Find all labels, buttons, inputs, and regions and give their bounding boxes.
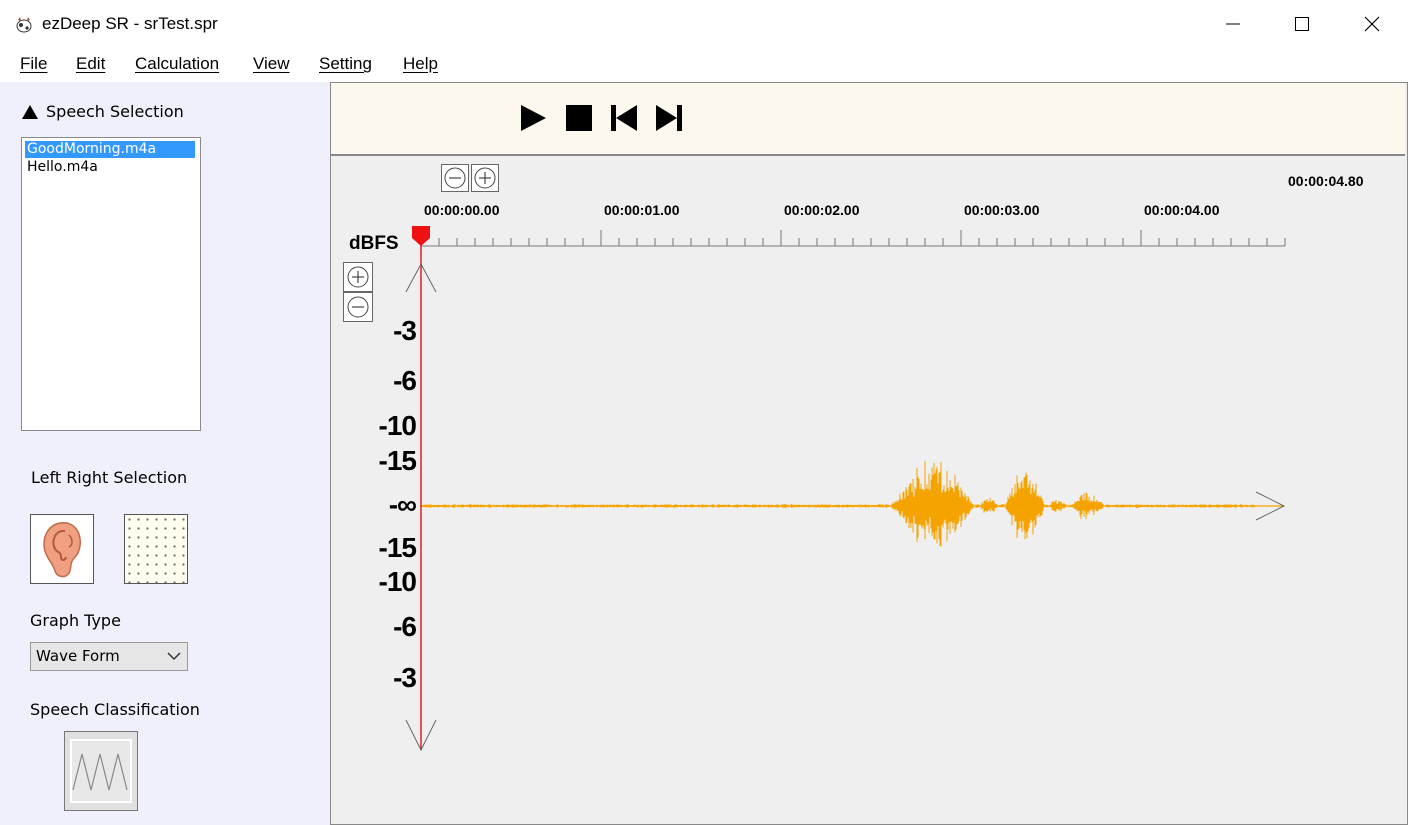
play-icon — [521, 105, 546, 131]
stop-button[interactable] — [562, 98, 596, 138]
menu-setting[interactable]: Setting — [319, 54, 372, 74]
waveform — [421, 461, 1256, 547]
close-icon — [1364, 16, 1380, 32]
zigzag-wave-icon — [70, 739, 132, 803]
title-bar: ezDeep SR - srTest.spr — [0, 0, 1408, 48]
window-title: ezDeep SR - srTest.spr — [42, 14, 218, 33]
menu-view[interactable]: View — [253, 54, 290, 74]
menu-help[interactable]: Help — [403, 54, 438, 74]
triangle-up-icon[interactable] — [21, 104, 39, 120]
time-ruler — [420, 230, 1286, 247]
right-channel-button[interactable] — [124, 514, 188, 584]
play-button[interactable] — [516, 98, 550, 138]
menu-calculation[interactable]: Calculation — [135, 54, 219, 74]
maximize-icon — [1295, 17, 1309, 31]
close-button[interactable] — [1337, 0, 1407, 48]
minimize-button[interactable] — [1198, 0, 1268, 48]
ear-icon — [43, 522, 81, 578]
left-right-selection-label: Left Right Selection — [31, 468, 188, 487]
skip-start-icon — [611, 105, 637, 131]
dotted-pattern-icon — [125, 515, 187, 583]
speech-selection-label: Speech Selection — [46, 102, 184, 121]
skip-end-icon — [656, 105, 682, 131]
menu-edit[interactable]: Edit — [76, 54, 105, 74]
left-channel-button[interactable] — [30, 514, 94, 584]
minimize-icon — [1226, 23, 1240, 25]
waveform-samples — [421, 461, 1256, 547]
skip-end-button[interactable] — [652, 98, 686, 138]
graph-type-value: Wave Form — [36, 647, 120, 665]
graph-type-label: Graph Type — [30, 611, 121, 630]
maximize-button[interactable] — [1267, 0, 1337, 48]
cow-app-icon — [16, 17, 32, 33]
speech-classification-label: Speech Classification — [30, 700, 200, 719]
playhead-marker — [412, 226, 430, 246]
speech-classification-button[interactable] — [64, 731, 138, 811]
list-item-hello[interactable]: Hello.m4a — [25, 159, 98, 176]
stop-icon — [566, 105, 592, 131]
menu-file[interactable]: File — [20, 54, 47, 74]
speech-file-list[interactable]: GoodMorning.m4a Hello.m4a — [21, 137, 201, 431]
chevron-down-icon — [167, 652, 181, 661]
transport-toolbar — [331, 83, 1405, 156]
list-item-goodmorning[interactable]: GoodMorning.m4a — [25, 141, 195, 158]
graph-type-select[interactable]: Wave Form — [30, 642, 188, 671]
skip-start-button[interactable] — [607, 98, 641, 138]
waveform-plot[interactable] — [331, 156, 1405, 822]
